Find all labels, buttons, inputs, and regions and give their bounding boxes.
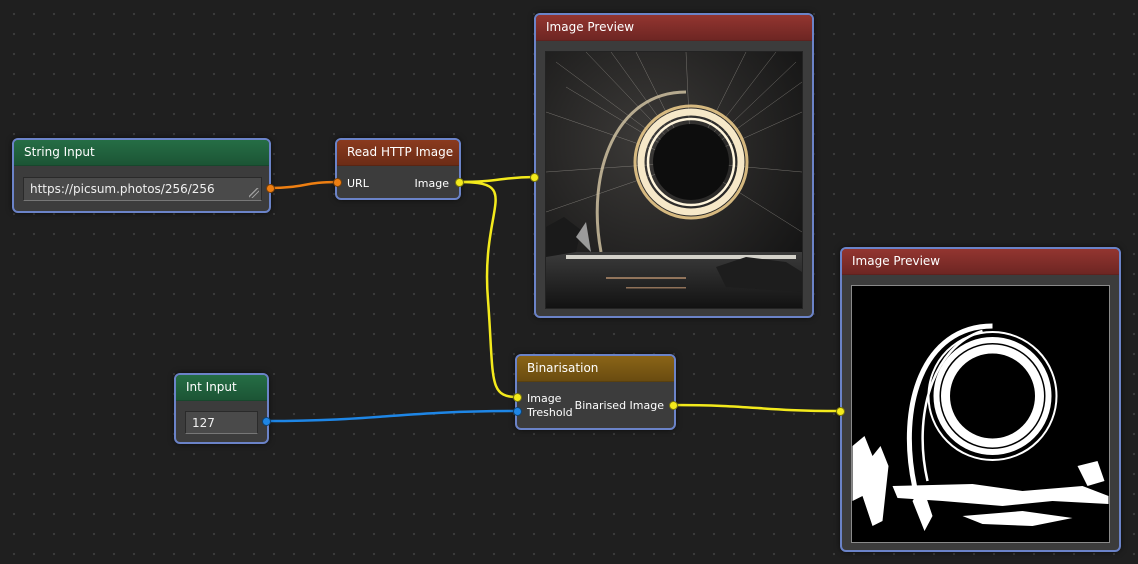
read-http-image-title[interactable]: Read HTTP Image <box>337 140 459 166</box>
light-painting-ring-image <box>546 52 802 308</box>
binarised-image-output-port[interactable] <box>669 401 678 410</box>
wire-string-to-url[interactable] <box>269 180 338 190</box>
int-output-port[interactable] <box>262 417 271 426</box>
binarised-image-output-label: Binarised Image <box>574 399 664 412</box>
url-text-value: https://picsum.photos/256/256 <box>30 182 215 196</box>
image-preview-title-top[interactable]: Image Preview <box>536 15 812 41</box>
image-output-port[interactable] <box>455 178 464 187</box>
string-input-node[interactable]: String Input https://picsum.photos/256/2… <box>12 138 271 213</box>
int-input-node[interactable]: Int Input 127 <box>174 373 269 444</box>
url-text-field[interactable]: https://picsum.photos/256/256 <box>23 177 262 201</box>
wire-binarised-to-preview[interactable] <box>672 403 841 413</box>
wire-image-to-preview[interactable] <box>458 175 536 184</box>
string-input-title[interactable]: String Input <box>14 140 269 166</box>
image-input-label: Image <box>527 392 562 405</box>
int-value-text: 127 <box>192 416 215 430</box>
preview-right-input-port[interactable] <box>836 407 845 416</box>
url-input-label: URL <box>347 177 369 190</box>
threshold-input-label: Treshold <box>527 406 573 419</box>
read-http-image-node[interactable]: Read HTTP Image URL Image <box>335 138 461 200</box>
image-preview-title-right[interactable]: Image Preview <box>842 249 1119 275</box>
binarised-ring-image <box>852 286 1109 542</box>
int-input-title[interactable]: Int Input <box>176 375 267 401</box>
binarisation-threshold-input-port[interactable] <box>513 407 522 416</box>
resize-grip-icon[interactable] <box>249 188 259 198</box>
binarisation-node[interactable]: Binarisation Image Treshold Binarised Im… <box>515 354 676 430</box>
url-input-port[interactable] <box>333 178 342 187</box>
wire-int-to-threshold[interactable] <box>265 409 518 423</box>
wire-image-to-binarisation[interactable] <box>458 180 518 399</box>
preview-image-binarised <box>851 285 1110 543</box>
binarisation-image-input-port[interactable] <box>513 393 522 402</box>
int-value-field[interactable]: 127 <box>185 411 258 434</box>
image-output-label: Image <box>414 177 449 190</box>
image-preview-node-right[interactable]: Image Preview <box>840 247 1121 552</box>
string-output-port[interactable] <box>266 184 275 193</box>
preview-top-input-port[interactable] <box>530 173 539 182</box>
image-preview-node-top[interactable]: Image Preview <box>534 13 814 318</box>
binarisation-title[interactable]: Binarisation <box>517 356 674 382</box>
preview-image-original <box>545 51 803 309</box>
